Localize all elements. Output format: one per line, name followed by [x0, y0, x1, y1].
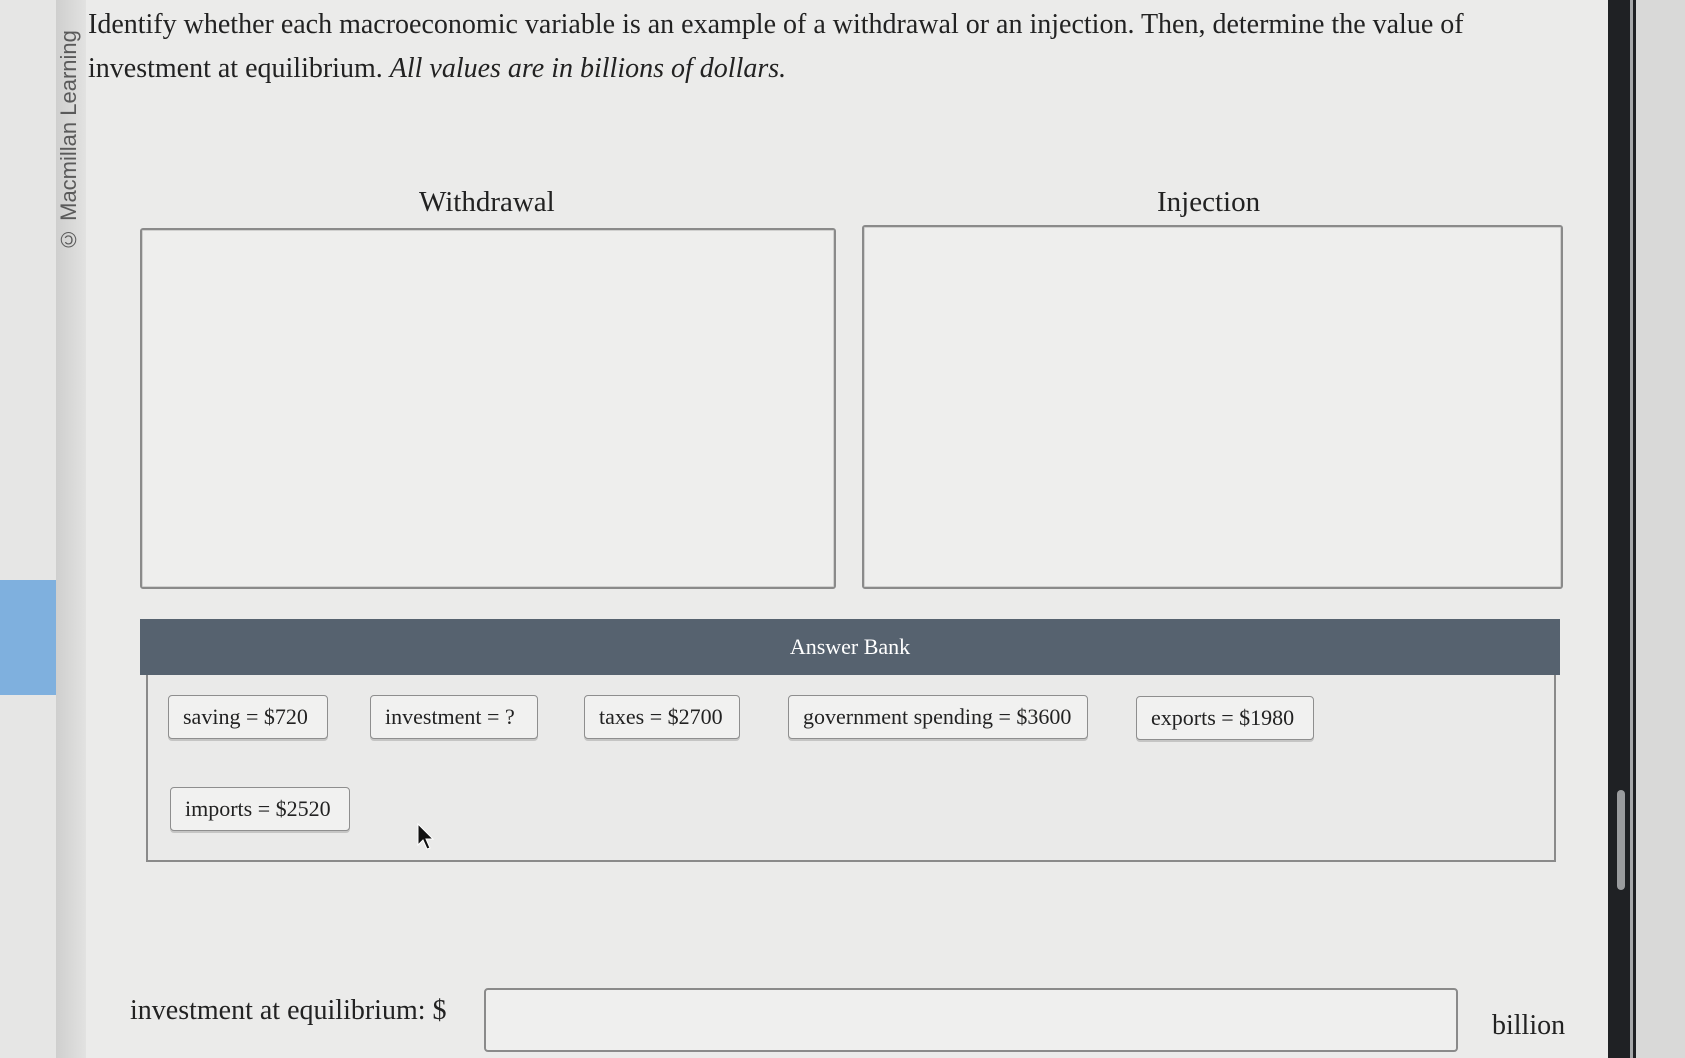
- government-spending-chip[interactable]: government spending = $3600: [788, 695, 1088, 739]
- left-accent-tab[interactable]: [0, 580, 56, 695]
- answer-bank: Answer Bank saving = $720 investment = ?…: [140, 619, 1560, 863]
- equilibrium-unit: billion: [1492, 1010, 1566, 1041]
- injection-drop-zone[interactable]: [862, 225, 1563, 589]
- scrollbar-track[interactable]: [1630, 0, 1633, 1058]
- imports-chip[interactable]: imports = $2520: [170, 787, 350, 831]
- equilibrium-label: investment at equilibrium: $: [130, 995, 447, 1026]
- answer-bank-title: Answer Bank: [140, 619, 1560, 675]
- copyright-watermark: © Macmillan Learning: [56, 30, 81, 252]
- withdrawal-drop-zone[interactable]: [140, 228, 836, 589]
- withdrawal-heading: Withdrawal: [419, 186, 555, 218]
- question-prompt: Identify whether each macroeconomic vari…: [88, 3, 1588, 91]
- right-adjacent-pane: [1636, 0, 1685, 1058]
- answer-bank-body[interactable]: saving = $720 investment = ? taxes = $27…: [146, 675, 1556, 862]
- scrollbar-thumb[interactable]: [1617, 790, 1625, 890]
- mouse-cursor-icon: [417, 823, 435, 850]
- exports-chip[interactable]: exports = $1980: [1136, 696, 1314, 740]
- investment-chip[interactable]: investment = ?: [370, 695, 538, 739]
- injection-heading: Injection: [1157, 186, 1261, 218]
- question-note: All values are in billions of dollars.: [389, 53, 787, 84]
- equilibrium-investment-input[interactable]: [484, 988, 1458, 1052]
- taxes-chip[interactable]: taxes = $2700: [584, 695, 740, 739]
- left-background-strip: [0, 0, 56, 1058]
- saving-chip[interactable]: saving = $720: [168, 695, 328, 739]
